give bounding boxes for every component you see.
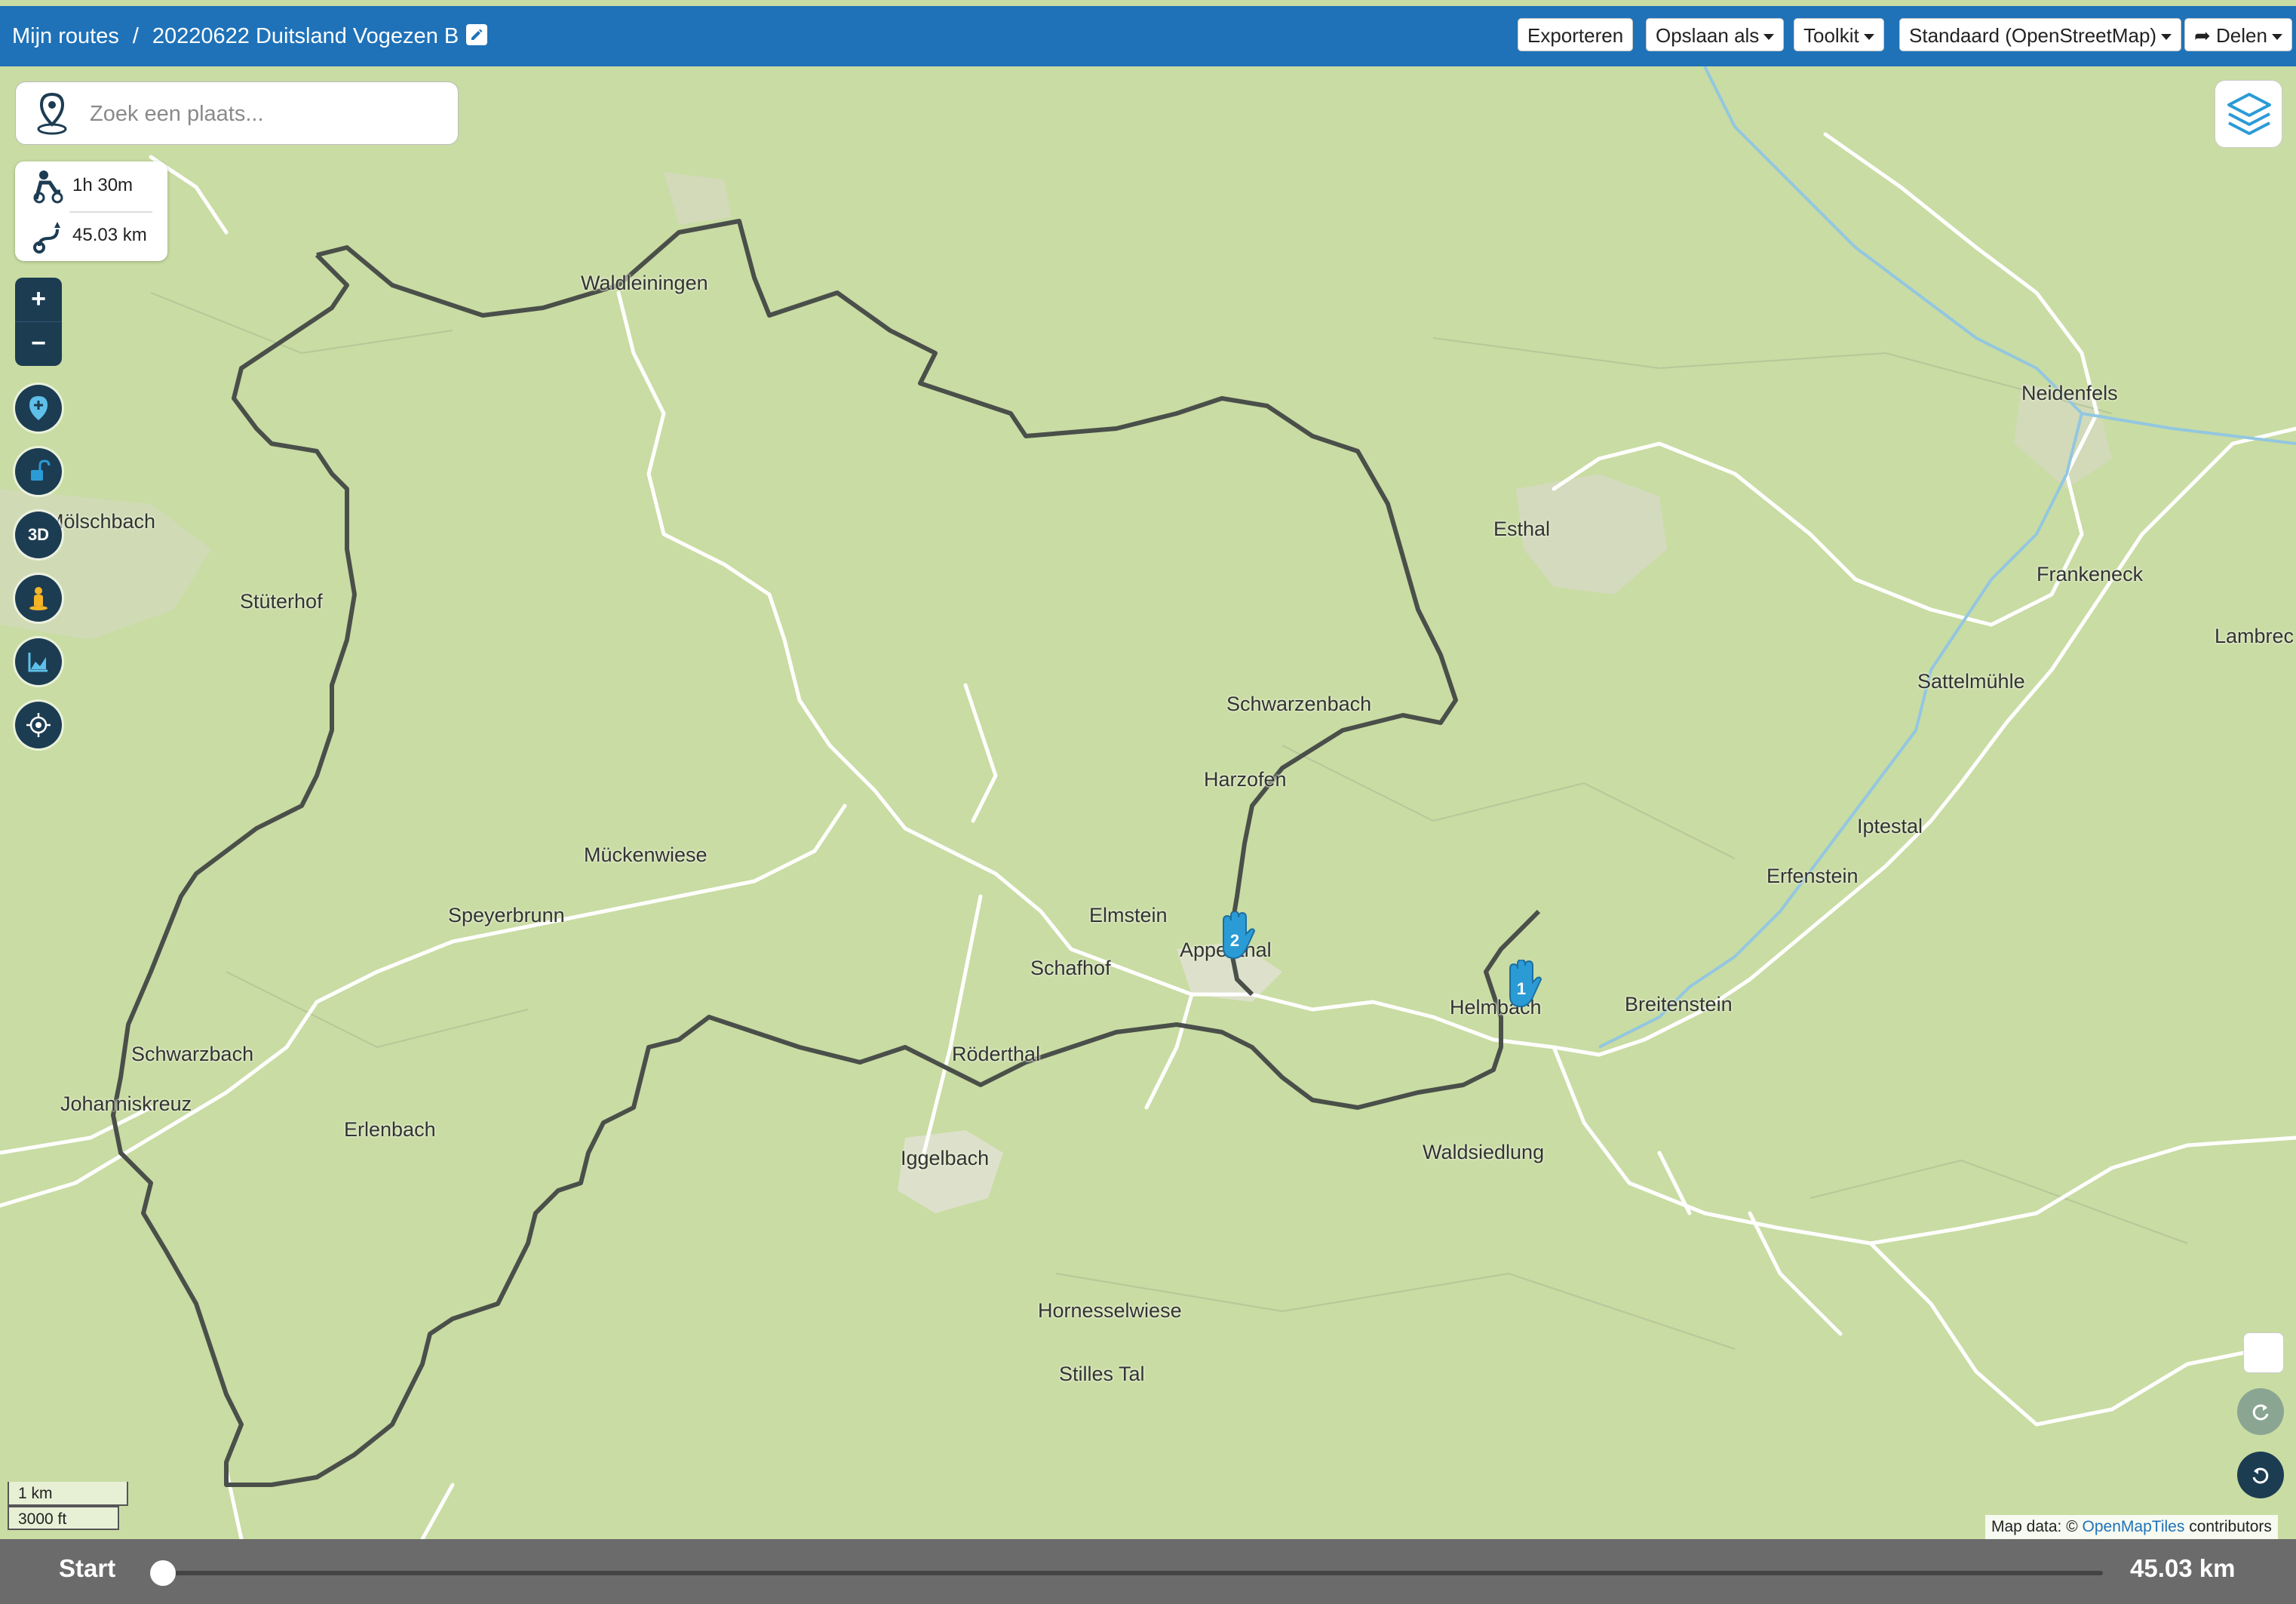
add-waypoint-icon [29, 396, 48, 420]
distance-row: 45.03 km [15, 211, 167, 257]
redo-button[interactable] [2237, 1388, 2284, 1435]
locate-button[interactable] [15, 702, 62, 748]
caret-down-icon [1763, 34, 1775, 41]
start-label: Start [59, 1554, 116, 1582]
top-bar: Mijn routes / 20220622 Duitsland Vogezen B… [0, 6, 2296, 66]
place-label: Erlenbach [344, 1118, 436, 1141]
share-arrow-icon: ➦ [2194, 24, 2211, 47]
place-label: Stilles Tal [1059, 1363, 1145, 1385]
rider-icon [33, 171, 63, 204]
add-waypoint-button[interactable] [15, 385, 62, 432]
svg-text:2: 2 [1230, 931, 1239, 950]
place-label: Mölschbach [47, 510, 156, 533]
route-distance-icon [33, 222, 60, 254]
elevation-button[interactable] [15, 638, 62, 685]
caret-down-icon [2271, 34, 2282, 41]
distance-value: 45.03 km [72, 225, 147, 245]
scale-imperial: 3000 ft [8, 1506, 119, 1530]
save-as-button[interactable]: Opslaan als [1646, 18, 1785, 51]
hand-marker-icon: 2 [1223, 910, 1256, 960]
map-scale: 1 km 3000 ft [8, 1482, 128, 1530]
hand-marker-icon: 1 [1509, 958, 1542, 1008]
street-view-button[interactable] [15, 575, 62, 622]
place-label: Erfenstein [1767, 865, 1859, 887]
place-label: Frankeneck [2037, 563, 2144, 585]
duration-row: 1h 30m [15, 161, 167, 207]
place-label: Iggelbach [901, 1147, 990, 1169]
3d-icon: 3D [27, 525, 50, 544]
zoom-out-button[interactable]: − [15, 321, 62, 366]
zoom-in-button[interactable]: + [15, 278, 62, 321]
map-style-select[interactable]: Standaard (OpenStreetMap) [1899, 18, 2182, 51]
redo-icon [2252, 1404, 2269, 1421]
location-pin-icon [37, 92, 67, 135]
3d-button[interactable]: 3D [15, 512, 62, 558]
place-label: Esthal [1493, 518, 1551, 540]
place-label: Sattelmühle [1917, 670, 2025, 693]
breadcrumb-separator: / [132, 24, 139, 48]
waypoint-marker-2[interactable]: 2 [1216, 910, 1256, 968]
place-label: Breitenstein [1625, 993, 1733, 1016]
waypoint-marker-1[interactable]: 1 [1503, 958, 1542, 1016]
caret-down-icon [1863, 34, 1874, 41]
route-progress-bar: Start 45.03 km [0, 1539, 2296, 1604]
place-label: Waldleiningen [581, 272, 708, 294]
place-label: Harzofen [1204, 768, 1287, 791]
place-label: Waldsiedlung [1423, 1141, 1545, 1163]
place-label: Schwarzbach [131, 1043, 254, 1065]
place-label: Neidenfels [2021, 382, 2118, 404]
place-label: Speyerbrunn [448, 904, 565, 926]
undo-button[interactable] [2237, 1452, 2284, 1498]
place-label: Hornesselwiese [1038, 1299, 1182, 1322]
place-label: Stüterhof [240, 590, 323, 613]
route-title: 20220622 Duitsland Vogezen B [152, 24, 459, 48]
openmaptiles-link[interactable]: OpenMapTiles [2083, 1518, 2185, 1535]
map-option-button[interactable] [2243, 1332, 2284, 1373]
duration-value: 1h 30m [72, 175, 134, 195]
place-label: Lambrec [2215, 625, 2294, 647]
scale-metric: 1 km [8, 1482, 128, 1506]
place-label: Schafhof [1030, 957, 1111, 979]
unlock-button[interactable] [15, 448, 62, 495]
elevation-profile-icon [28, 653, 48, 672]
caret-down-icon [2161, 34, 2172, 41]
street-view-icon [29, 587, 48, 610]
place-label: Iptestal [1857, 815, 1923, 837]
undo-icon [2252, 1467, 2269, 1484]
place-label: Schwarzenbach [1226, 693, 1372, 715]
place-label: Johanniskreuz [60, 1092, 192, 1115]
route-stats-panel: 1h 30m 45.03 km [15, 161, 167, 261]
progress-slider-track[interactable] [163, 1571, 2103, 1575]
toolkit-button[interactable]: Toolkit [1794, 18, 1884, 51]
place-label: Röderthal [952, 1043, 1041, 1065]
search-box[interactable] [15, 81, 459, 145]
end-distance-label: 45.03 km [2130, 1554, 2236, 1582]
search-input[interactable] [88, 96, 446, 132]
share-button[interactable]: ➦ Delen [2184, 18, 2292, 51]
breadcrumb: Mijn routes / 20220622 Duitsland Vogezen B [12, 6, 488, 66]
place-label: Mückenwiese [584, 843, 708, 866]
progress-slider-thumb[interactable] [150, 1560, 176, 1586]
map-canvas[interactable]: Neidenfels Esthal Frankeneck Lambrec Sat… [0, 66, 2296, 1539]
pencil-icon [471, 29, 483, 41]
svg-text:1: 1 [1517, 979, 1526, 998]
map-attribution: Map data: © OpenMapTiles contributors [1985, 1515, 2278, 1539]
breadcrumb-my-routes[interactable]: Mijn routes [12, 24, 119, 48]
place-label: Elmstein [1089, 904, 1168, 926]
layers-button[interactable] [2215, 80, 2282, 148]
export-button[interactable]: Exporteren [1518, 18, 1634, 51]
edit-title-button[interactable] [466, 24, 488, 46]
layers-icon [2227, 93, 2271, 135]
locate-icon [26, 713, 51, 737]
unlock-icon [31, 459, 51, 481]
